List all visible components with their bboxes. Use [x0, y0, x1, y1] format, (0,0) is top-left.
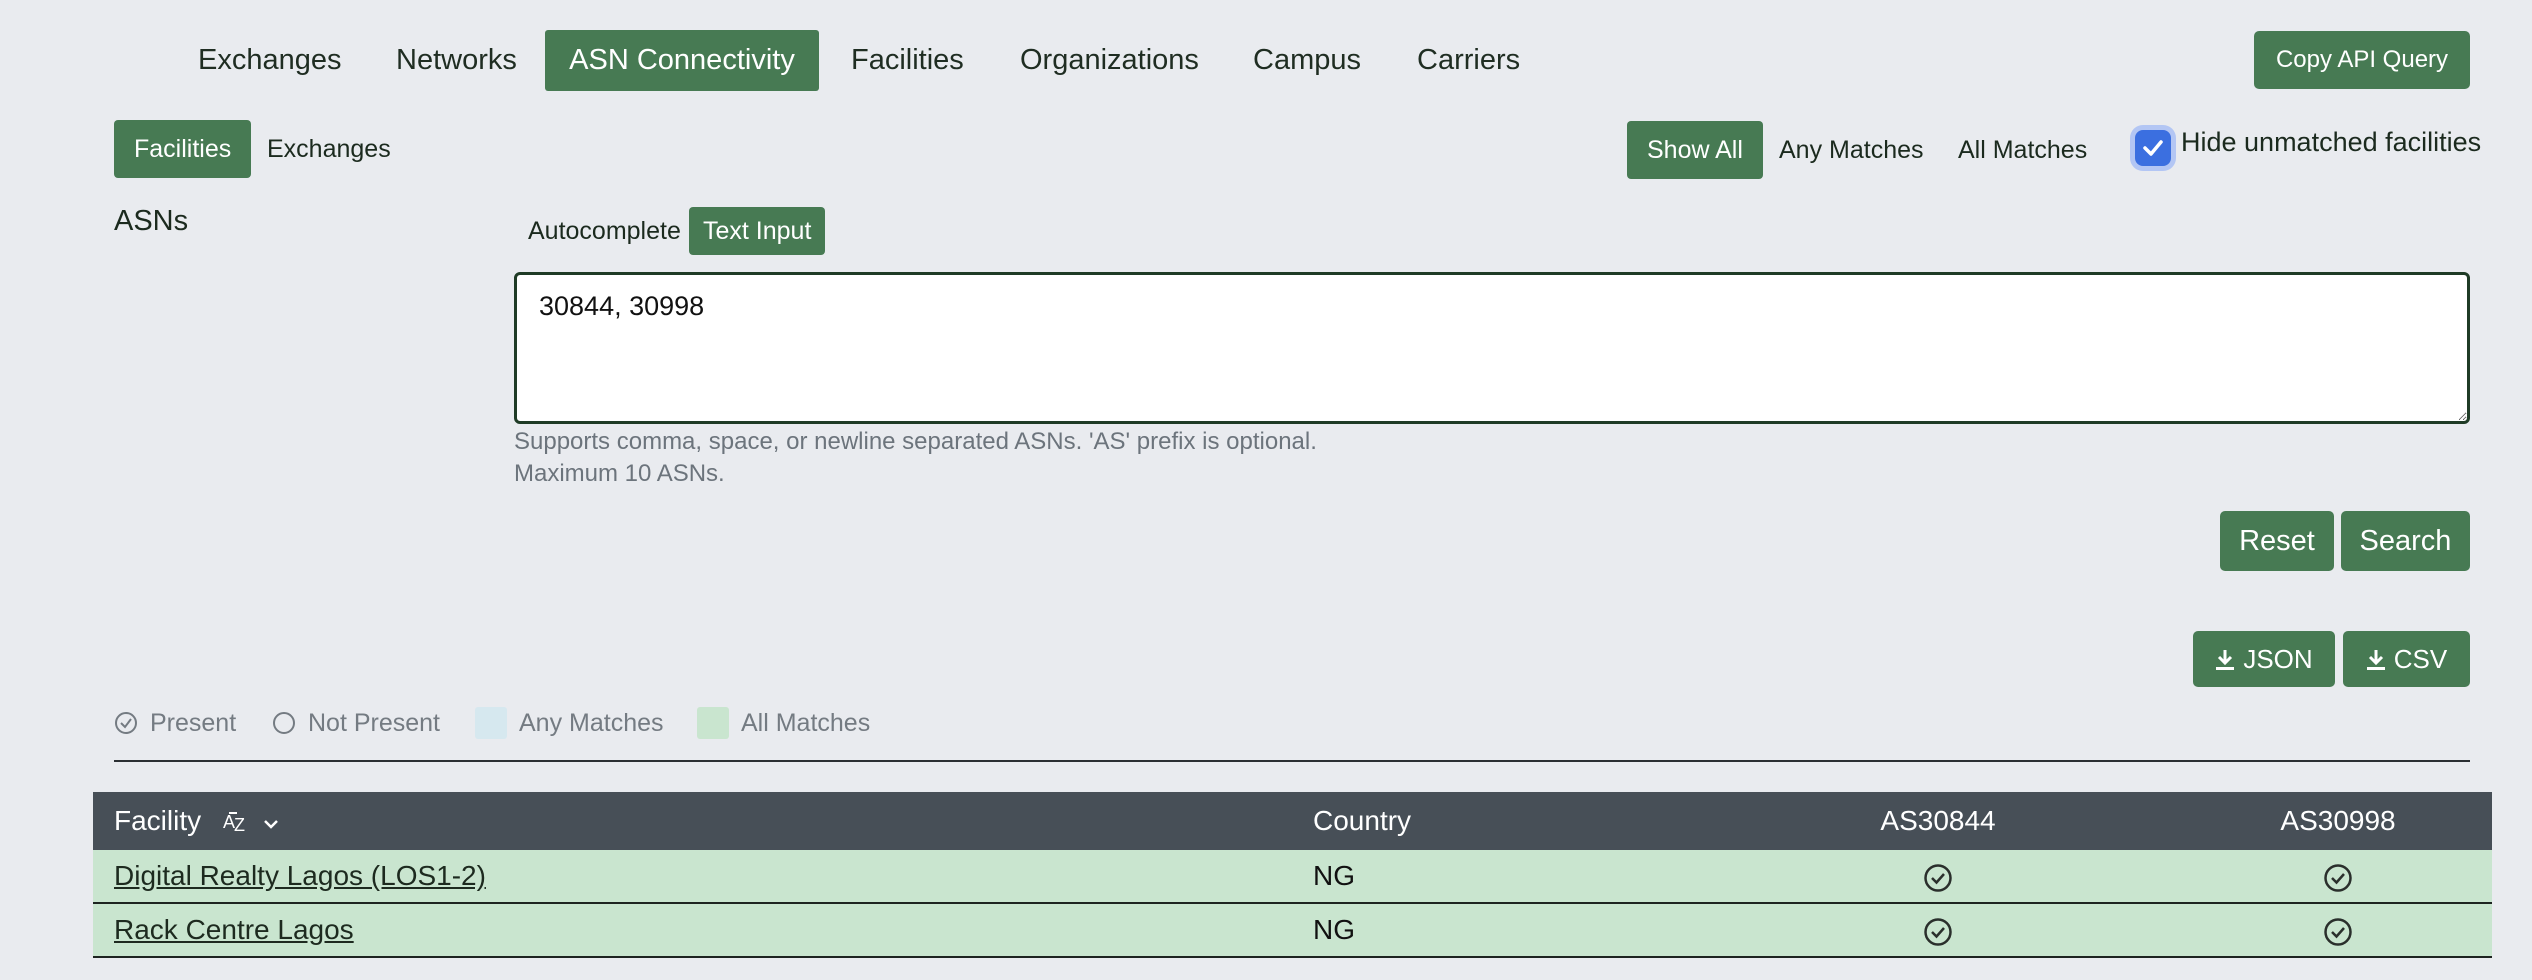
reset-button[interactable]: Reset [2220, 511, 2334, 571]
table-row: Rack Centre Lagos NG [93, 904, 2492, 958]
input-mode-autocomplete[interactable]: Autocomplete [514, 207, 695, 255]
present-icon [1923, 863, 1953, 893]
export-csv-button[interactable]: CSV [2343, 631, 2470, 687]
help-text-format: Supports comma, space, or newline separa… [514, 428, 1317, 455]
chevron-down-icon[interactable] [263, 818, 279, 830]
table-row: Digital Realty Lagos (LOS1-2) NG [93, 850, 2492, 904]
divider [114, 760, 2470, 762]
asn-textarea[interactable]: 30844, 30998 [514, 272, 2470, 424]
country-cell: NG [1313, 860, 1355, 891]
legend-not-present-label: Not Present [308, 708, 441, 737]
present-icon [1923, 917, 1953, 947]
header-facility[interactable]: Facility A Z [114, 792, 279, 850]
nav-tab-networks[interactable]: Networks [368, 30, 545, 91]
any-matches-swatch [475, 707, 507, 739]
search-button[interactable]: Search [2341, 511, 2470, 571]
export-json-button[interactable]: JSON [2193, 631, 2335, 687]
asns-label: ASNs [114, 205, 189, 237]
export-csv-label: CSV [2393, 644, 2448, 674]
svg-text:Z: Z [234, 815, 245, 833]
nav-tab-asn-connectivity[interactable]: ASN Connectivity [545, 30, 819, 91]
copy-api-query-button[interactable]: Copy API Query [2254, 31, 2470, 89]
legend-present-label: Present [150, 708, 237, 737]
hide-unmatched-checkbox[interactable] [2135, 130, 2171, 166]
facility-link[interactable]: Rack Centre Lagos [114, 914, 354, 945]
download-icon [2366, 650, 2385, 670]
nav-tab-exchanges[interactable]: Exchanges [170, 30, 370, 91]
check-circle-icon [115, 712, 137, 734]
filter-show-all-button[interactable]: Show All [1627, 121, 1763, 179]
export-json-label: JSON [2243, 644, 2313, 674]
nav-tab-campus[interactable]: Campus [1225, 30, 1389, 91]
legend-all-matches-label: All Matches [741, 708, 871, 737]
sort-az-icon[interactable]: A Z [223, 809, 253, 835]
filter-all-matches-button[interactable]: All Matches [1938, 121, 2107, 179]
input-mode-text-input[interactable]: Text Input [689, 207, 826, 255]
header-as30844: AS30844 [1880, 805, 1996, 836]
results-table-header: Facility A Z Country AS30844 AS30998 [93, 792, 2492, 850]
legend-any-matches: Any Matches [475, 706, 664, 740]
facility-link[interactable]: Digital Realty Lagos (LOS1-2) [114, 860, 486, 891]
all-matches-swatch [697, 707, 729, 739]
nav-tab-carriers[interactable]: Carriers [1389, 30, 1548, 91]
empty-circle-icon [273, 712, 295, 734]
mode-exchanges-button[interactable]: Exchanges [247, 120, 411, 178]
help-text-limit: Maximum 10 ASNs. [514, 460, 725, 487]
header-country: Country [1313, 805, 1412, 836]
legend-all-matches: All Matches [697, 706, 870, 740]
present-icon [2323, 863, 2353, 893]
hide-unmatched-label[interactable]: Hide unmatched facilities [2181, 127, 2481, 158]
country-cell: NG [1313, 914, 1355, 945]
legend-present: Present [114, 706, 236, 740]
present-icon [2323, 917, 2353, 947]
nav-tab-facilities[interactable]: Facilities [823, 30, 992, 91]
header-as30998: AS30998 [2280, 805, 2396, 836]
checkmark-icon [2143, 140, 2163, 156]
nav-tab-organizations[interactable]: Organizations [992, 30, 1227, 91]
mode-facilities-button[interactable]: Facilities [114, 120, 252, 178]
header-facility-label: Facility [114, 805, 202, 836]
download-icon [2216, 650, 2235, 670]
legend-not-present: Not Present [272, 706, 440, 740]
filter-any-matches-button[interactable]: Any Matches [1759, 121, 1944, 179]
legend-any-matches-label: Any Matches [519, 708, 664, 737]
